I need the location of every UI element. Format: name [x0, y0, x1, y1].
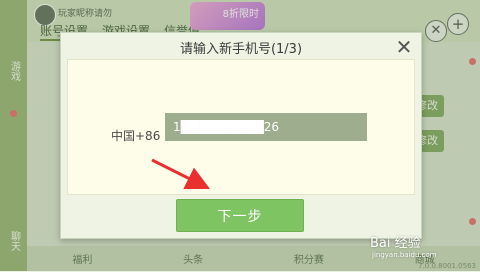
- baidu-jingyan-watermark: Bai 经验: [370, 236, 421, 251]
- phone-number-input[interactable]: [165, 113, 367, 141]
- country-code-label[interactable]: 中国+86: [111, 127, 160, 144]
- dialog-close-icon[interactable]: ✕: [393, 36, 415, 58]
- red-arrow-icon: [151, 158, 211, 190]
- watermark-url: jingyan.baidu.com: [372, 251, 437, 259]
- next-step-button[interactable]: 下一步: [176, 199, 304, 232]
- new-phone-dialog: 请输入新手机号(1/3) ✕ 中国+86 下一步: [60, 32, 422, 239]
- dialog-title: 请输入新手机号(1/3): [179, 42, 303, 57]
